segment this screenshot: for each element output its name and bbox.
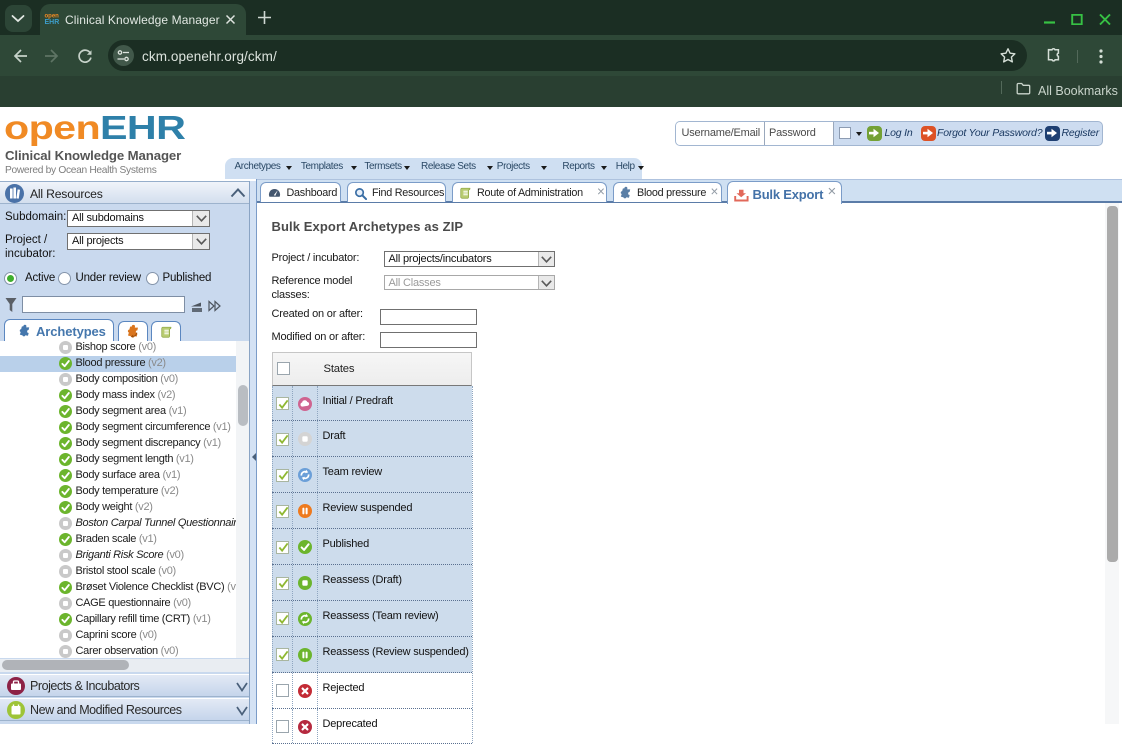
svg-text:EHR: EHR bbox=[45, 19, 60, 25]
